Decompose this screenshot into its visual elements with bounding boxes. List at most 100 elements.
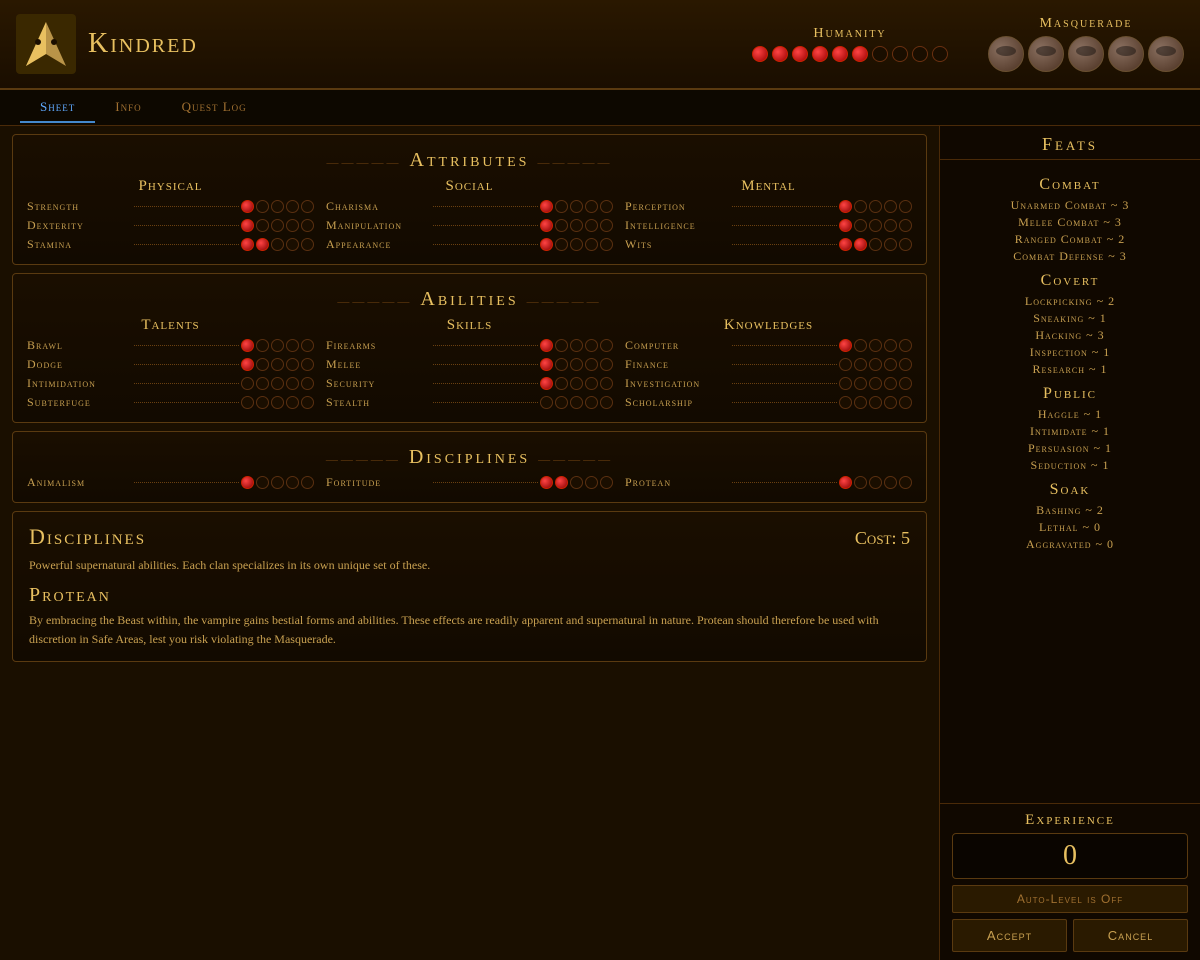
feat-row: Melee Combat ~ 3 xyxy=(952,215,1188,230)
feat-row: Haggle ~ 1 xyxy=(952,407,1188,422)
stat-line xyxy=(732,402,837,403)
stat-name: Protean xyxy=(625,475,730,490)
feat-category-header: Soak xyxy=(952,481,1188,499)
humanity-dot[interactable] xyxy=(812,46,828,62)
info-panel: Disciplines Cost: 5 Powerful supernatura… xyxy=(12,511,927,662)
info-ability-name: Protean xyxy=(29,584,910,607)
stat-line xyxy=(433,206,538,207)
stat-name: Firearms xyxy=(326,338,431,353)
humanity-dot[interactable] xyxy=(752,46,768,62)
feat-category-header: Combat xyxy=(952,176,1188,194)
nav-sheet[interactable]: Sheet xyxy=(20,93,95,123)
stat-line xyxy=(433,402,538,403)
stat-name: Intimidation xyxy=(27,376,132,391)
humanity-dot[interactable] xyxy=(932,46,948,62)
info-panel-title: Disciplines xyxy=(29,524,146,550)
stat-row: Brawl xyxy=(21,338,320,353)
physical-label: Physical xyxy=(21,178,320,195)
attributes-section: Attributes Physical Strength Dexterity Sta… xyxy=(12,134,927,265)
auto-level-button[interactable]: Auto-Level is Off xyxy=(952,885,1188,913)
humanity-dot[interactable] xyxy=(792,46,808,62)
stat-row: Scholarship xyxy=(619,395,918,410)
stat-row: Manipulation xyxy=(320,218,619,233)
cancel-button[interactable]: Cancel xyxy=(1073,919,1188,952)
stat-row: Stealth xyxy=(320,395,619,410)
attributes-title: Attributes xyxy=(21,149,918,172)
humanity-dot[interactable] xyxy=(772,46,788,62)
feat-row: Bashing ~ 2 xyxy=(952,503,1188,518)
mental-stats: PerceptionIntelligenceWits xyxy=(619,199,918,252)
masquerade-face xyxy=(988,36,1024,72)
humanity-dot[interactable] xyxy=(852,46,868,62)
main-layout: Attributes Physical Strength Dexterity Sta… xyxy=(0,126,1200,960)
stat-row: Security xyxy=(320,376,619,391)
stat-name: Melee xyxy=(326,357,431,372)
experience-label: Experience xyxy=(952,812,1188,829)
left-panel: Attributes Physical Strength Dexterity Sta… xyxy=(0,126,940,960)
talents-label: Talents xyxy=(21,317,320,334)
physical-col: Physical Strength Dexterity Stamina xyxy=(21,178,320,256)
humanity-section: Humanity xyxy=(752,26,948,62)
stat-row: Intelligence xyxy=(619,218,918,233)
stat-row: Intimidation xyxy=(21,376,320,391)
stat-row: Strength xyxy=(21,199,320,214)
bottom-buttons: Accept Cancel xyxy=(952,919,1188,952)
stat-line xyxy=(134,482,239,483)
stat-line xyxy=(433,482,538,483)
masquerade-face xyxy=(1028,36,1064,72)
skills-col: Skills FirearmsMeleeSecurityStealth xyxy=(320,317,619,414)
stat-line xyxy=(134,345,239,346)
social-col: Social CharismaManipulationAppearance xyxy=(320,178,619,256)
stat-row: Appearance xyxy=(320,237,619,252)
social-stats: Charisma Manipulation Appearance xyxy=(320,199,619,252)
humanity-dot[interactable] xyxy=(872,46,888,62)
stat-row: Fortitude xyxy=(320,475,619,490)
masquerade-face xyxy=(1148,36,1184,72)
stat-row: Computer xyxy=(619,338,918,353)
humanity-dot[interactable] xyxy=(912,46,928,62)
nav-quest-log[interactable]: Quest Log xyxy=(162,93,267,123)
experience-value: 0 xyxy=(952,833,1188,879)
disciplines-title: Disciplines xyxy=(21,446,918,469)
feat-row: Aggravated ~ 0 xyxy=(952,537,1188,552)
knowledges-label: Knowledges xyxy=(619,317,918,334)
stat-name: Wits xyxy=(625,237,730,252)
masquerade-face xyxy=(1108,36,1144,72)
stat-row: Dexterity xyxy=(21,218,320,233)
stat-name: Security xyxy=(326,376,431,391)
knowledges-stats: ComputerFinanceInvestigationScholarship xyxy=(619,338,918,410)
feat-row: Ranged Combat ~ 2 xyxy=(952,232,1188,247)
masquerade-face xyxy=(1068,36,1104,72)
stat-row: Stamina xyxy=(21,237,320,252)
wolf-logo-icon xyxy=(16,14,76,74)
stat-name: Intelligence xyxy=(625,218,730,233)
physical-stats: Strength Dexterity Stamina xyxy=(21,199,320,252)
stat-line xyxy=(732,206,837,207)
stat-line xyxy=(433,225,538,226)
right-panel: Feats CombatUnarmed Combat ~ 3Melee Comb… xyxy=(940,126,1200,960)
discipline-col: Fortitude xyxy=(320,475,619,494)
stat-row: Finance xyxy=(619,357,918,372)
info-panel-header: Disciplines Cost: 5 xyxy=(29,524,910,550)
disciplines-grid: AnimalismFortitudeProtean xyxy=(21,475,918,494)
feat-row: Inspection ~ 1 xyxy=(952,345,1188,360)
stat-line xyxy=(433,345,538,346)
experience-section: Experience 0 Auto-Level is Off Accept Ca… xyxy=(940,803,1200,960)
stat-line xyxy=(732,345,837,346)
accept-button[interactable]: Accept xyxy=(952,919,1067,952)
feat-row: Lethal ~ 0 xyxy=(952,520,1188,535)
stat-line xyxy=(134,225,239,226)
feat-row: Sneaking ~ 1 xyxy=(952,311,1188,326)
feats-title: Feats xyxy=(940,126,1200,160)
disciplines-section: Disciplines AnimalismFortitudeProtean xyxy=(12,431,927,503)
stat-line xyxy=(134,364,239,365)
stat-name: Scholarship xyxy=(625,395,730,410)
humanity-dot[interactable] xyxy=(832,46,848,62)
nav-info[interactable]: Info xyxy=(95,93,161,123)
stat-name: Charisma xyxy=(326,199,431,214)
stat-line xyxy=(134,206,239,207)
stat-name: Manipulation xyxy=(326,218,431,233)
stat-line xyxy=(134,402,239,403)
info-panel-description: Powerful supernatural abilities. Each cl… xyxy=(29,556,910,574)
humanity-dot[interactable] xyxy=(892,46,908,62)
